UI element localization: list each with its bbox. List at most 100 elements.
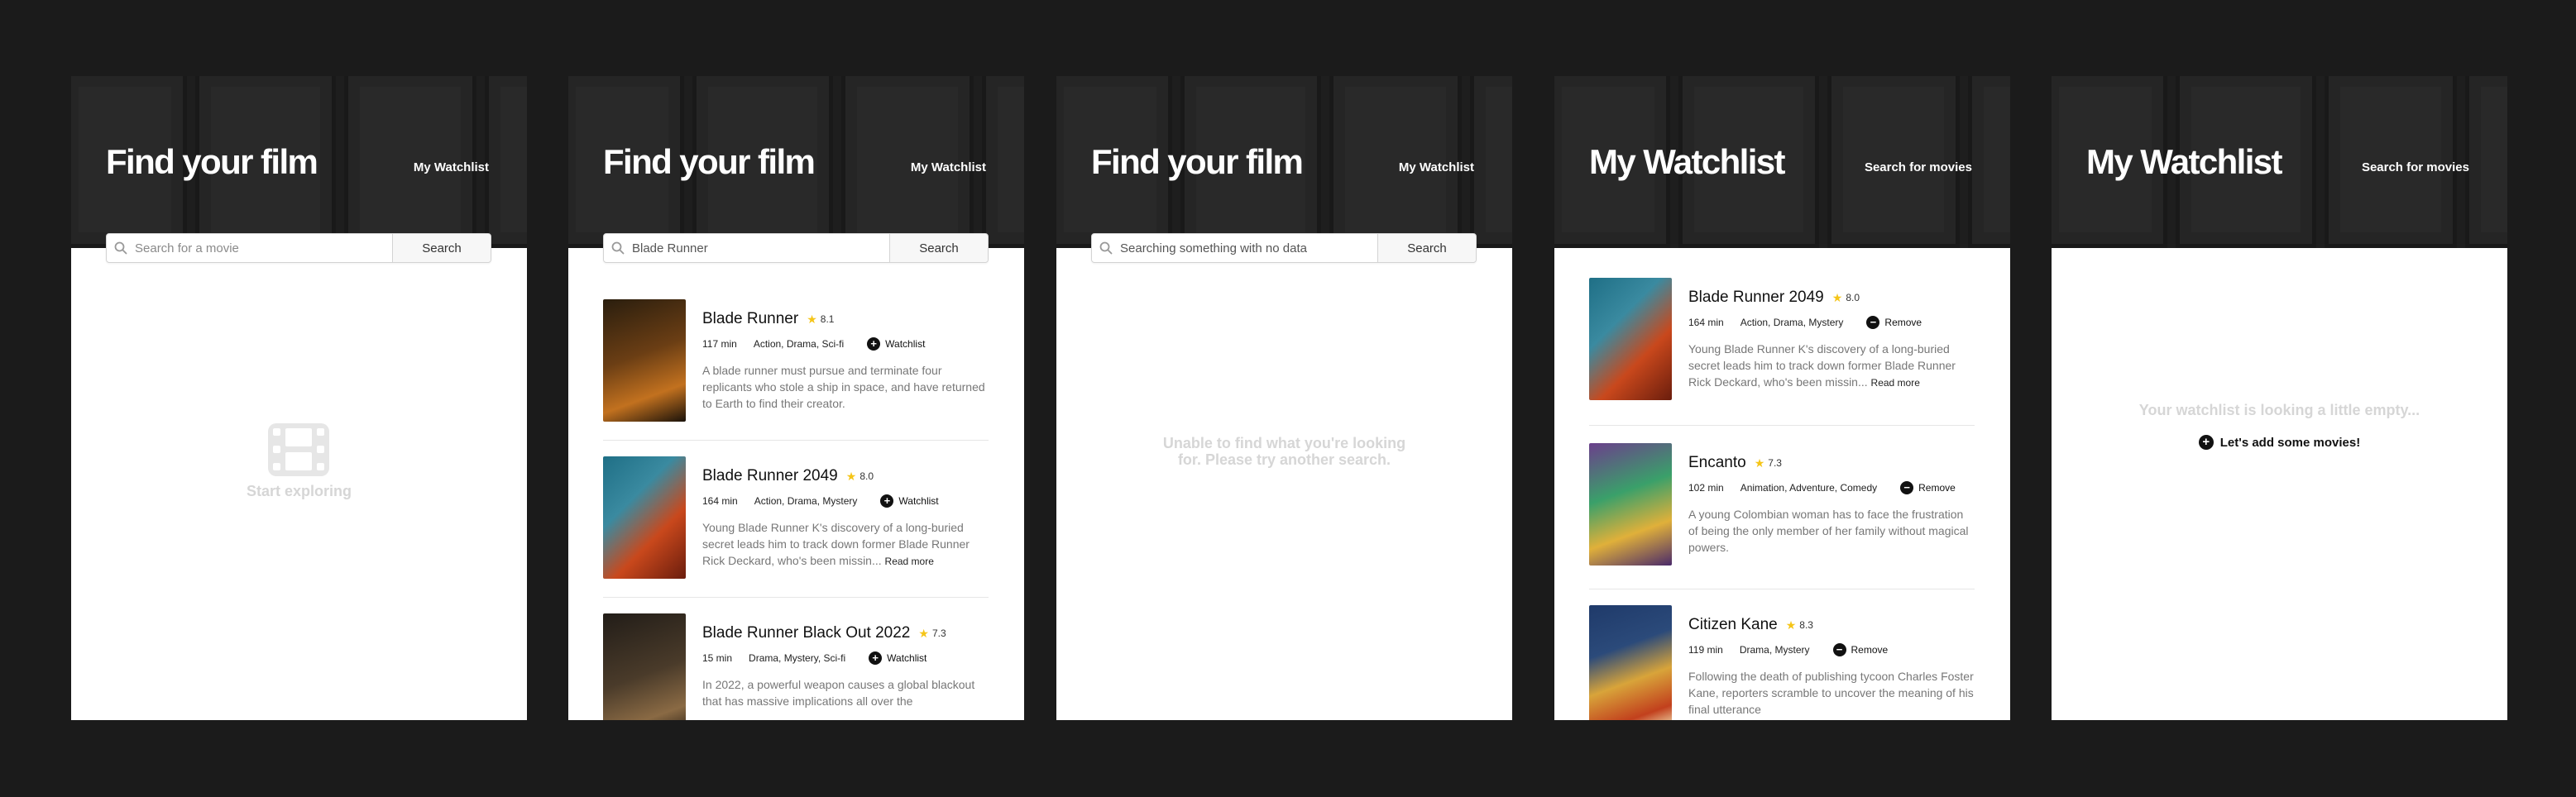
movie-genres: Drama, Mystery, Sci-fi [749,652,846,664]
movie-description: A blade runner must pursue and terminate… [702,364,985,410]
movie-runtime: 102 min [1688,482,1724,494]
add-movies-link[interactable]: + Let's add some movies! [2052,435,2507,450]
search-input[interactable]: Searching something with no data [1120,241,1377,255]
movie-runtime: 117 min [702,338,737,350]
nav-link-watchlist[interactable]: My Watchlist [1399,160,1474,174]
movie-poster [603,299,686,422]
remove-from-watchlist-button[interactable]: − Remove [1832,643,1888,656]
movie-poster [1589,278,1672,400]
search-button[interactable]: Search [392,234,491,262]
nav-link-search[interactable]: Search for movies [2362,160,2469,174]
page-title: My Watchlist [1589,142,1786,181]
divider [603,597,989,598]
divider [603,440,989,441]
hero-banner: Find your film My Watchlist [1056,76,1512,248]
read-more-link[interactable]: Read more [885,556,934,567]
movie-description: A young Colombian woman has to face the … [1688,508,1969,554]
list-item[interactable]: Blade Runner ★ 8.1 117 min Action, Drama… [603,299,989,423]
movie-poster [1589,443,1672,566]
add-movies-label: Let's add some movies! [2219,435,2361,450]
search-button[interactable]: Search [1377,234,1476,262]
list-item[interactable]: Encanto ★ 7.3 102 min Animation, Adventu… [1589,443,1975,567]
search-input[interactable]: Search for a movie [135,241,392,255]
screen-search-initial: Find your film My Watchlist Search for a… [71,76,527,720]
search-bar: Searching something with no data Search [1091,233,1477,263]
search-icon [107,241,135,255]
movie-poster [1589,605,1672,720]
movie-title: Blade Runner 2049 [1688,289,1824,306]
movie-title: Blade Runner [702,310,799,327]
search-input[interactable]: Blade Runner [632,241,889,255]
movie-description: In 2022, a powerful weapon causes a glob… [702,678,975,708]
movie-runtime: 15 min [702,652,733,664]
list-item[interactable]: Blade Runner Black Out 2022 ★ 7.3 15 min… [603,613,989,720]
movie-rating: 8.1 [820,313,835,325]
movie-title: Blade Runner Black Out 2022 [702,624,911,642]
movie-genres: Drama, Mystery [1739,644,1810,656]
add-to-watchlist-button[interactable]: + Watchlist [869,651,926,665]
hero-banner: My Watchlist Search for movies [2052,76,2507,248]
add-to-watchlist-button[interactable]: + Watchlist [867,337,925,351]
list-item[interactable]: Citizen Kane ★ 8.3 119 min Drama, Myster… [1589,605,1975,720]
remove-from-watchlist-button[interactable]: − Remove [1866,316,1922,329]
movie-title: Encanto [1688,454,1746,471]
empty-watchlist-text: Your watchlist is looking a little empty… [2138,402,2420,418]
plus-icon: + [867,337,881,351]
search-icon [1092,241,1120,255]
list-item[interactable]: Blade Runner 2049 ★ 8.0 164 min Action, … [1589,278,1975,402]
movie-genres: Action, Drama, Mystery [1740,317,1844,328]
nav-link-watchlist[interactable]: My Watchlist [911,160,986,174]
search-bar: Search for a movie Search [106,233,491,263]
movie-description: Young Blade Runner K's discovery of a lo… [702,521,970,567]
plus-icon: + [2198,435,2214,450]
read-more-link[interactable]: Read more [1871,377,1920,389]
page-title: Find your film [106,142,318,181]
hero-banner: My Watchlist Search for movies [1554,76,2010,248]
page-title: Find your film [1091,142,1304,181]
add-to-watchlist-button[interactable]: + Watchlist [880,494,939,508]
page-title: My Watchlist [2086,142,2283,181]
movie-description: Young Blade Runner K's discovery of a lo… [1688,342,1956,389]
search-icon [604,241,632,255]
screen-search-no-results: Find your film My Watchlist Searching so… [1056,76,1512,720]
movie-rating: 8.0 [1846,292,1860,303]
hero-banner: Find your film My Watchlist [71,76,527,248]
search-button[interactable]: Search [889,234,988,262]
star-icon: ★ [807,312,817,326]
list-item[interactable]: Blade Runner 2049 ★ 8.0 164 min Action, … [603,456,989,580]
movie-runtime: 164 min [1688,317,1724,328]
star-icon: ★ [1831,290,1843,304]
film-icon [268,423,329,476]
minus-icon: − [1866,316,1880,329]
star-icon: ★ [918,626,929,640]
nav-link-watchlist[interactable]: My Watchlist [414,160,489,174]
screen-watchlist-empty: My Watchlist Search for movies Your watc… [2052,76,2507,720]
divider [1589,425,1975,426]
star-icon: ★ [845,469,857,483]
page-title: Find your film [603,142,816,181]
movie-poster [603,456,686,579]
movie-description: Following the death of publishing tycoon… [1688,670,1974,716]
movie-genres: Animation, Adventure, Comedy [1740,482,1878,494]
movie-rating: 7.3 [1768,457,1782,469]
movie-poster [603,613,686,720]
minus-icon: − [1832,643,1846,656]
nav-link-search[interactable]: Search for movies [1865,160,1972,174]
star-icon: ★ [1785,618,1797,632]
remove-from-watchlist-button[interactable]: − Remove [1900,481,1956,494]
movie-title: Blade Runner 2049 [702,467,838,484]
empty-state-text: Start exploring [246,483,352,499]
movie-rating: 7.3 [931,628,946,639]
movie-rating: 8.0 [859,470,874,482]
screen-watchlist: My Watchlist Search for movies Blade Run… [1554,76,2010,720]
search-bar: Blade Runner Search [603,233,989,263]
movie-genres: Action, Drama, Sci-fi [753,338,845,350]
minus-icon: − [1900,481,1914,494]
plus-icon: + [869,651,883,665]
plus-icon: + [880,494,894,508]
hero-banner: Find your film My Watchlist [568,76,1024,248]
movie-runtime: 119 min [1688,644,1723,656]
no-results-text: Unable to find what you're looking for. … [1162,435,1406,468]
movie-rating: 8.3 [1799,619,1813,631]
screen-search-results: Find your film My Watchlist Blade Runner… [568,76,1024,720]
